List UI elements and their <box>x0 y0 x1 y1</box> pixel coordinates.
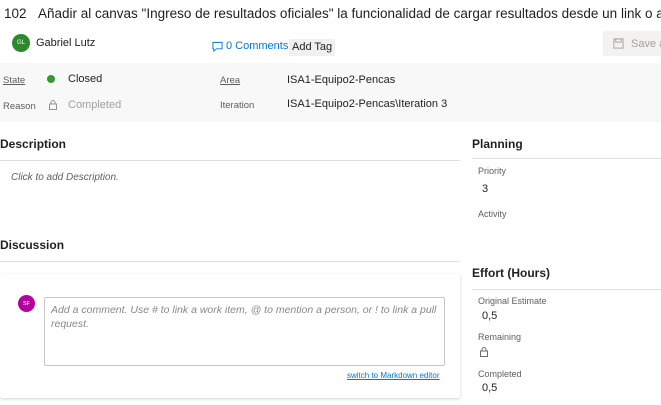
activity-label: Activity <box>478 209 507 219</box>
work-item-title[interactable]: Añadir al canvas "Ingreso de resultados … <box>38 6 661 21</box>
priority-value[interactable]: 3 <box>482 183 488 195</box>
assignee-name[interactable]: Gabriel Lutz <box>36 37 95 49</box>
reason-value: Completed <box>68 99 122 111</box>
planning-title: Planning <box>472 137 523 151</box>
comments-link[interactable]: 0 Comments <box>212 40 288 52</box>
state-label: State <box>3 75 26 86</box>
iteration-label: Iteration <box>220 100 255 111</box>
fields-band <box>0 63 661 122</box>
discussion-title: Discussion <box>0 238 65 252</box>
description-divider <box>0 160 460 161</box>
save-button[interactable]: Save a <box>603 31 661 56</box>
lock-icon <box>49 100 57 110</box>
assignee-avatar[interactable]: GL <box>12 34 30 52</box>
effort-divider <box>472 289 661 290</box>
area-value[interactable]: ISA1-Equipo2-Pencas <box>287 74 395 86</box>
work-item-id: 102 <box>4 6 27 21</box>
iteration-value[interactable]: ISA1-Equipo2-Pencas\Iteration 3 <box>287 98 447 110</box>
save-button-label: Save a <box>631 37 661 50</box>
effort-title: Effort (Hours) <box>472 266 550 280</box>
planning-divider <box>472 158 661 159</box>
add-tag-button[interactable]: Add Tag <box>289 39 336 56</box>
description-placeholder[interactable]: Click to add Description. <box>11 172 119 183</box>
priority-label: Priority <box>478 166 507 176</box>
remaining-lock-icon <box>480 347 488 357</box>
discussion-divider <box>0 261 460 262</box>
save-icon <box>613 38 624 49</box>
state-closed-dot <box>47 75 55 83</box>
original-estimate-label: Original Estimate <box>478 296 547 306</box>
completed-value[interactable]: 0,5 <box>482 382 497 394</box>
comments-count-label: 0 Comments <box>226 40 289 52</box>
completed-label: Completed <box>478 369 522 379</box>
remaining-label: Remaining <box>478 332 522 342</box>
area-label: Area <box>220 75 241 86</box>
state-value[interactable]: Closed <box>68 73 102 85</box>
reason-label: Reason <box>3 101 36 112</box>
comment-icon <box>212 41 223 52</box>
work-item-title-row: 102 Añadir al canvas "Ingreso de resulta… <box>0 4 661 24</box>
description-title: Description <box>0 137 67 151</box>
switch-markdown-link[interactable]: switch to Markdown editor <box>347 371 439 380</box>
commenter-avatar: SF <box>18 295 35 312</box>
original-estimate-value[interactable]: 0,5 <box>482 310 497 322</box>
comment-input[interactable]: Add a comment. Use # to link a work item… <box>44 297 445 366</box>
